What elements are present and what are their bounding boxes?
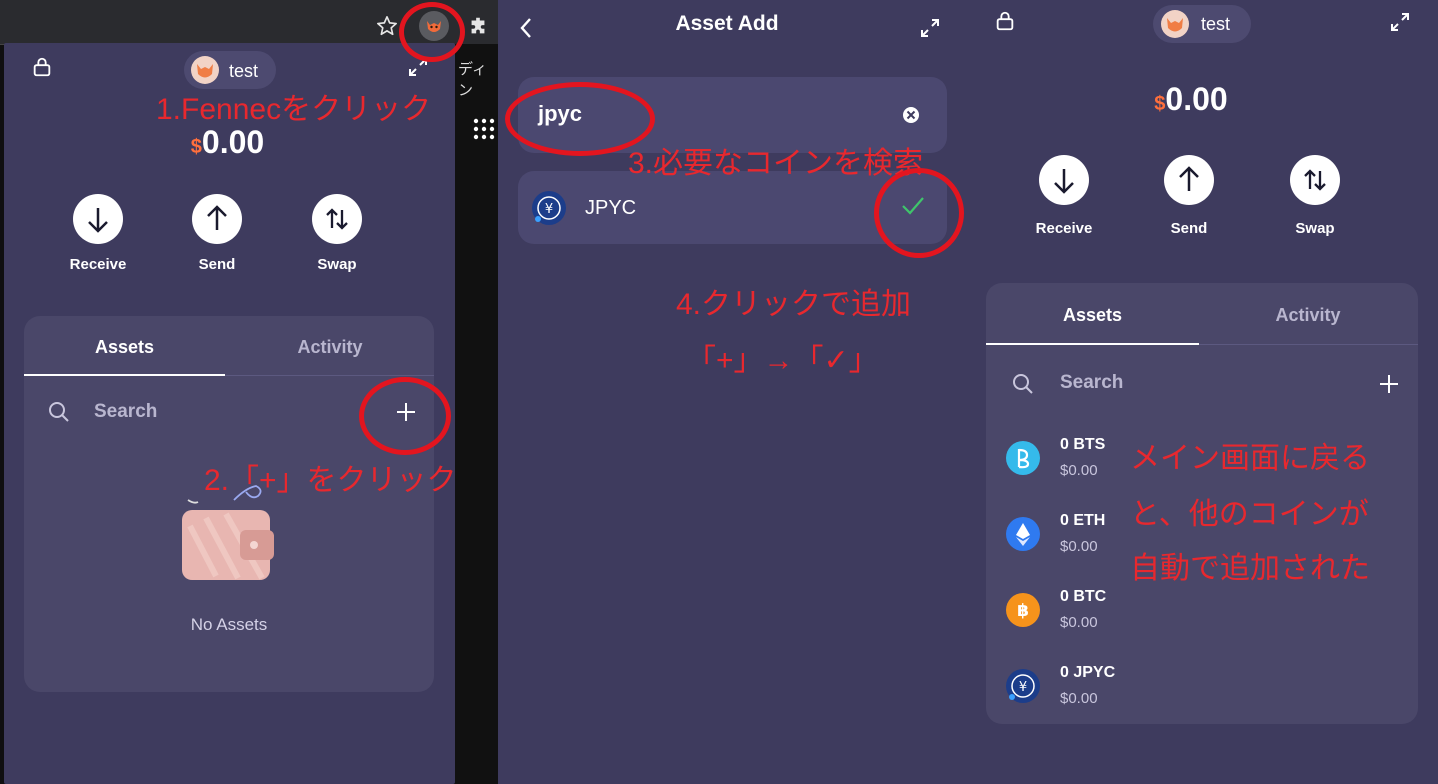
receive-button[interactable] (73, 194, 123, 244)
annotation-note-line1: メイン画面に戻る (1130, 442, 1370, 475)
tab-divider (225, 375, 434, 376)
annotation-step4-line2: 「+」→「✓」 (686, 344, 879, 377)
balance: $0.00 (0, 124, 455, 161)
panel-asset-add: Asset Add jpyc ¥ JPYC 3.必要なコインを検索 4.クリック… (498, 0, 968, 784)
svg-text:¥: ¥ (1019, 680, 1027, 695)
send-label: Send (1170, 220, 1208, 237)
receive-label: Receive (1035, 220, 1093, 237)
annotation-step2: 2.「+」をクリック (204, 464, 457, 497)
arrow-down-icon (88, 208, 108, 233)
send-label: Send (198, 256, 236, 273)
balance-value: 0.00 (1165, 81, 1228, 117)
swap-label: Swap (1295, 220, 1335, 237)
asset-usd-value: $0.00 (1060, 690, 1098, 707)
swap-button[interactable] (1290, 155, 1340, 205)
swap-button[interactable] (312, 194, 362, 244)
page-behind-popup (455, 44, 498, 784)
page-title: Asset Add (675, 12, 779, 35)
fox-avatar-icon (197, 64, 213, 78)
expand-icon[interactable] (920, 18, 940, 38)
lock-icon[interactable] (994, 10, 1016, 32)
asset-usd-value: $0.00 (1060, 462, 1098, 479)
asset-amount: 0 JPYC (1060, 664, 1116, 681)
asset-amount: 0 ETH (1060, 512, 1106, 529)
apps-grid-icon[interactable] (473, 118, 495, 140)
annotation-step3: 3.必要なコインを検索 (628, 147, 924, 180)
swap-label: Swap (317, 256, 357, 273)
bitcoin-icon: ฿ (1006, 593, 1040, 627)
tab-activity[interactable]: Activity (228, 337, 432, 358)
list-item[interactable]: ฿ 0 BTC $0.00 (1004, 582, 1184, 642)
highlight-ring-extension (399, 2, 465, 62)
add-asset-plus-icon[interactable] (1379, 374, 1399, 394)
fox-avatar-icon (1167, 18, 1183, 32)
balance: $0.00 (968, 81, 1414, 118)
no-assets-label: No Assets (190, 615, 268, 634)
svg-text:¥: ¥ (545, 202, 553, 217)
search-icon (1013, 374, 1033, 394)
tab-activity[interactable]: Activity (1200, 305, 1416, 326)
clear-search-icon[interactable] (902, 106, 920, 124)
asset-amount: 0 BTS (1060, 436, 1106, 453)
tab-indicator (24, 374, 225, 376)
jpyc-icon: ¥ (532, 191, 566, 225)
balance-value: 0.00 (201, 124, 265, 160)
send-button[interactable] (192, 194, 242, 244)
annotation-note-line2: と、他のコインが (1130, 498, 1369, 531)
lock-icon[interactable] (31, 56, 53, 78)
highlight-ring-plus (359, 377, 451, 455)
avatar (191, 56, 219, 84)
send-button[interactable] (1164, 155, 1214, 205)
annotation-step4-line1: 4.クリックで追加 (676, 288, 912, 321)
list-item[interactable]: ¥ 0 JPYC $0.00 (1004, 658, 1184, 718)
profile-switcher[interactable]: test (1153, 5, 1251, 43)
bitshares-icon (1006, 441, 1040, 475)
tab-assets[interactable]: Assets (986, 305, 1199, 326)
currency-symbol: $ (190, 136, 202, 158)
swap-arrows-icon (326, 208, 348, 230)
annotation-step1: 1.Fennecをクリック (156, 93, 432, 126)
avatar (1161, 10, 1189, 38)
receive-label: Receive (69, 256, 127, 273)
expand-icon[interactable] (1390, 12, 1410, 32)
arrow-up-icon (207, 205, 227, 230)
tab-indicator (986, 343, 1199, 345)
profile-name: test (229, 61, 259, 81)
search-icon (49, 402, 69, 422)
jpyc-icon: ¥ (1006, 669, 1040, 703)
receive-button[interactable] (1039, 155, 1089, 205)
annotation-note-line3: 自動で追加された (1130, 552, 1370, 585)
tab-assets[interactable]: Assets (24, 337, 225, 358)
profile-name: test (1201, 14, 1231, 34)
arrow-up-icon (1179, 166, 1199, 191)
background-tab-text: ディン (458, 61, 487, 99)
ethereum-icon (1006, 517, 1040, 551)
highlight-ring-check (874, 168, 964, 258)
asset-usd-value: $0.00 (1060, 538, 1098, 555)
swap-arrows-icon (1304, 169, 1326, 191)
bookmark-star-icon[interactable] (376, 15, 398, 37)
asset-usd-value: $0.00 (1060, 614, 1098, 631)
panel-wallet-empty: ディン test $0.00 Receive Send Swap Assets … (0, 0, 498, 784)
tab-divider (1199, 344, 1418, 345)
search-input[interactable]: Search (1060, 372, 1123, 394)
extensions-puzzle-icon[interactable] (467, 15, 489, 37)
search-input[interactable]: Search (94, 401, 157, 423)
panel-wallet-with-assets: test $0.00 Receive Send Swap Assets Acti… (968, 0, 1438, 784)
asset-amount: 0 BTC (1060, 588, 1107, 605)
currency-symbol: $ (1154, 93, 1166, 115)
arrow-down-icon (1054, 169, 1074, 194)
asset-result-label: JPYC (585, 197, 637, 219)
svg-text:฿: ฿ (1017, 601, 1029, 621)
